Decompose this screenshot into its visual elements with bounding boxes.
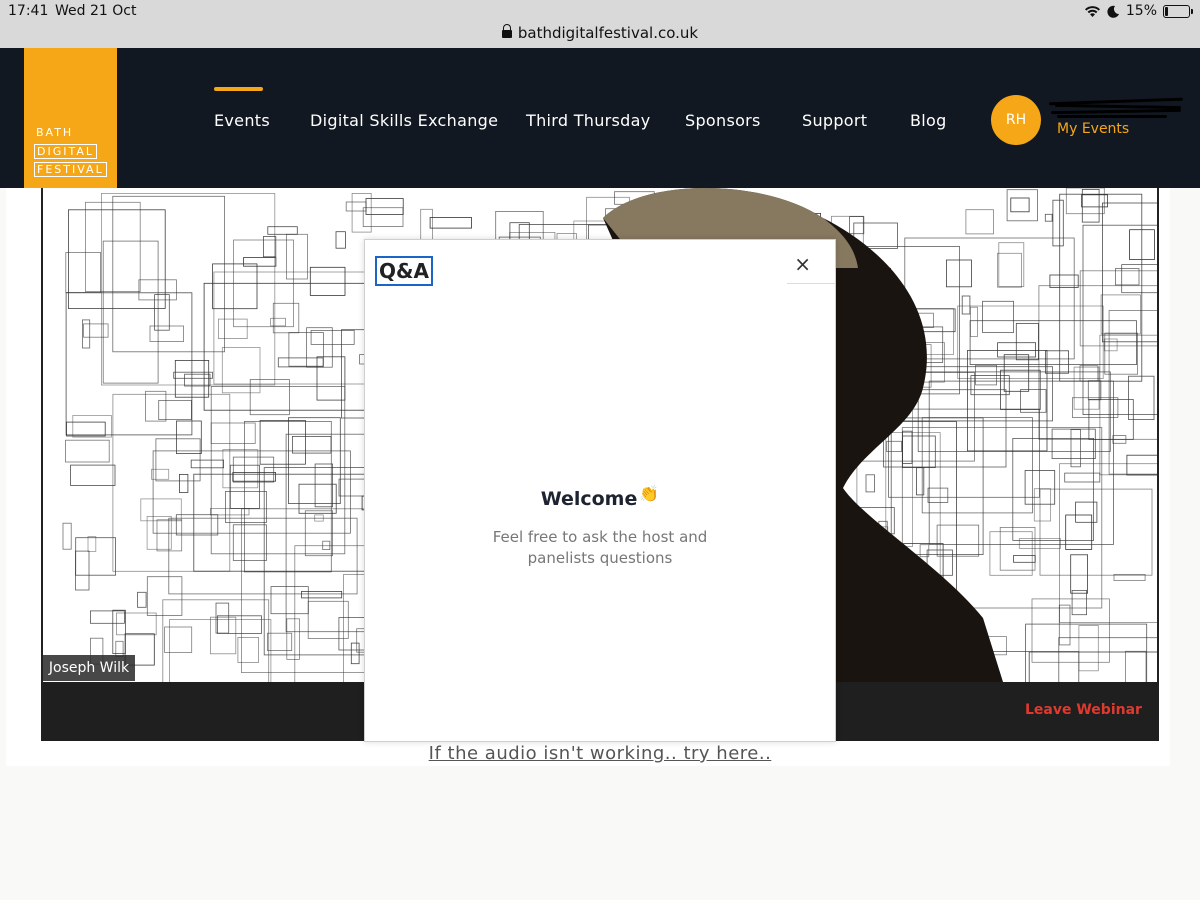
- speaker-name-tag: Joseph Wilk: [43, 655, 135, 681]
- welcome-text: Welcome: [540, 488, 638, 510]
- active-nav-indicator: [214, 87, 263, 91]
- qa-welcome-subtitle: Feel free to ask the host and panelists …: [492, 528, 708, 567]
- qa-title: Q&A: [375, 256, 433, 286]
- battery-icon: [1163, 4, 1193, 18]
- qa-panel: Q&A × Welcome 👏 Feel free to ask the host…: [364, 239, 836, 742]
- address-bar[interactable]: bathdigitalfestival.co.uk: [0, 24, 1200, 48]
- logo-line-festival: FESTIVAL: [34, 162, 107, 177]
- bath-digital-festival-logo[interactable]: BATH DIGITAL FESTIVAL: [24, 48, 117, 188]
- url-text: bathdigitalfestival.co.uk: [517, 24, 699, 42]
- lock-icon: [501, 24, 512, 38]
- status-bar: 17:41 Wed 21 Oct 15%: [0, 0, 1200, 24]
- my-events-link[interactable]: My Events: [1057, 121, 1129, 137]
- nav-support[interactable]: Support: [802, 111, 867, 130]
- status-time: 17:41: [8, 3, 49, 19]
- clapping-hands-icon: 👏: [639, 484, 660, 503]
- moon-icon: [1107, 5, 1119, 18]
- nav-digital-skills-exchange[interactable]: Digital Skills Exchange: [310, 111, 498, 130]
- status-date: Wed 21 Oct: [55, 3, 137, 19]
- nav-sponsors[interactable]: Sponsors: [685, 111, 761, 130]
- redacted-username: [1047, 96, 1187, 118]
- logo-line-digital: DIGITAL: [34, 144, 98, 159]
- nav-events[interactable]: Events: [214, 111, 270, 130]
- qa-welcome-heading: Welcome 👏: [365, 484, 835, 510]
- audio-help-link[interactable]: If the audio isn't working.. try here..: [0, 743, 1200, 764]
- battery-percent: 15%: [1125, 3, 1157, 19]
- leave-webinar-button[interactable]: Leave Webinar: [1025, 702, 1142, 718]
- logo-line-bath: BATH: [36, 126, 74, 139]
- qa-header-divider: [787, 283, 835, 284]
- user-avatar[interactable]: RH: [991, 95, 1041, 145]
- nav-third-thursday[interactable]: Third Thursday: [526, 111, 651, 130]
- wifi-icon: [1084, 5, 1100, 17]
- nav-blog[interactable]: Blog: [910, 111, 947, 130]
- status-indicators: 15%: [1084, 3, 1193, 19]
- close-icon[interactable]: ×: [794, 252, 811, 276]
